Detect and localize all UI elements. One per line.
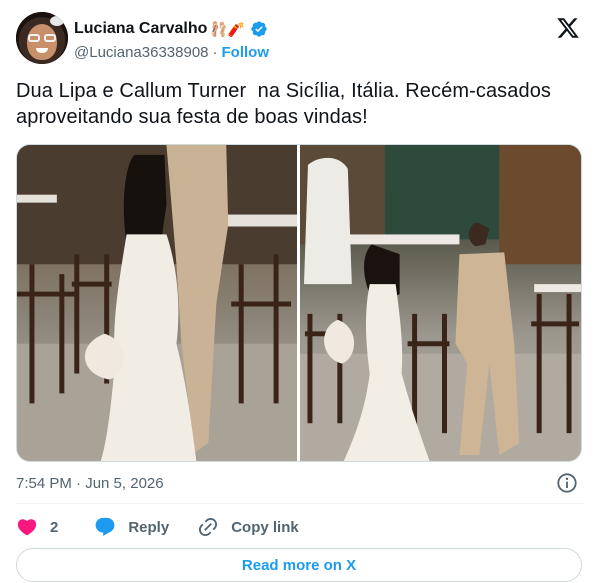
tweet-timestamp-row: 7:54 PM · Jun 5, 2026 [16, 472, 584, 494]
tweet-header: Luciana Carvalho 🩰🧨 @Luciana36338908 · F… [16, 10, 584, 66]
like-button[interactable]: 2 [16, 516, 58, 538]
reply-label: Reply [128, 518, 170, 536]
avatar[interactable] [16, 12, 68, 64]
author-handle-row: @Luciana36338908 · Follow [74, 42, 269, 62]
tweet-photo-1[interactable] [17, 145, 297, 461]
link-icon [199, 517, 218, 537]
author-handle[interactable]: @Luciana36338908 [74, 44, 209, 61]
copy-link-label: Copy link [231, 518, 299, 536]
separator-dot: · [212, 43, 218, 61]
tweet-photo-2[interactable] [300, 145, 581, 461]
tweet-media-grid [16, 144, 582, 462]
divider [16, 503, 584, 504]
author-name-row[interactable]: Luciana Carvalho 🩰🧨 [74, 18, 268, 40]
photo-2-illustration [300, 145, 581, 461]
verified-badge-icon [251, 21, 267, 37]
read-more-button[interactable]: Read more on X [16, 548, 582, 582]
author-name-emojis: 🩰🧨 [210, 21, 246, 37]
copy-link-button[interactable]: Copy link [197, 516, 299, 538]
x-logo-icon[interactable] [556, 16, 580, 40]
tweet-embed-card: Luciana Carvalho 🩰🧨 @Luciana36338908 · F… [0, 0, 600, 583]
tweet-actions: 2 Reply Copy link [16, 514, 299, 540]
tweet-timestamp[interactable]: 7:54 PM · Jun 5, 2026 [16, 475, 164, 492]
like-count: 2 [50, 518, 59, 536]
reply-button[interactable]: Reply [94, 516, 169, 538]
photo-1-illustration [17, 145, 297, 461]
follow-button[interactable]: Follow [222, 44, 270, 61]
tweet-text: Dua Lipa e Callum Turner na Sicília, Itá… [16, 80, 557, 128]
heart-icon [17, 519, 37, 536]
reply-bubble-icon [95, 517, 115, 536]
author-name[interactable]: Luciana Carvalho [74, 20, 207, 38]
info-icon[interactable] [556, 472, 578, 494]
